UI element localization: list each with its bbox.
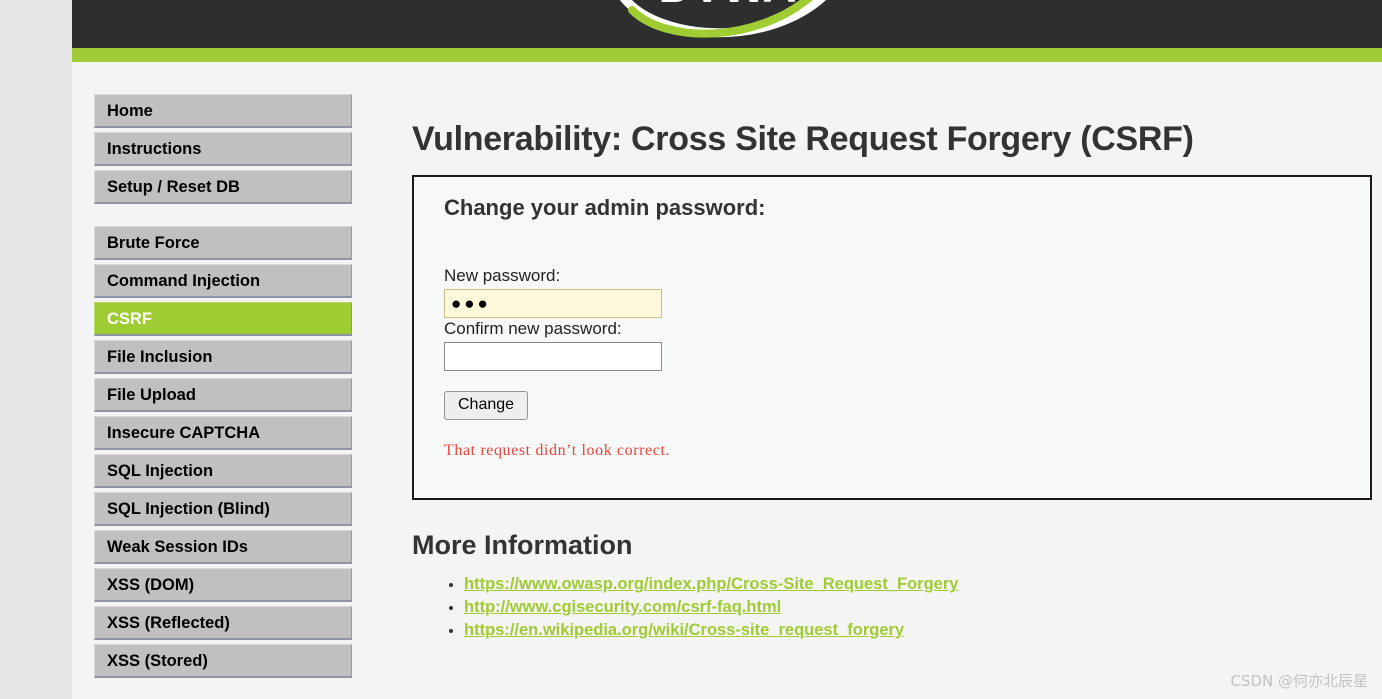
sidebar-item-brute-force[interactable]: Brute Force	[94, 226, 352, 260]
list-item: https://www.owasp.org/index.php/Cross-Si…	[464, 575, 1382, 594]
header-green-bar	[72, 48, 1382, 62]
list-item: http://www.cgisecurity.com/csrf-faq.html	[464, 598, 1382, 617]
sidebar-nav: Home Instructions Setup / Reset DB Brute Fo…	[94, 94, 352, 699]
sidebar-item-sql-injection[interactable]: SQL Injection	[94, 454, 352, 488]
site-header: DVWA	[72, 0, 1382, 48]
sidebar-item-file-inclusion[interactable]: File Inclusion	[94, 340, 352, 374]
sidebar-group-0: Home Instructions Setup / Reset DB	[94, 94, 352, 204]
sidebar-item-weak-session-ids[interactable]: Weak Session IDs	[94, 530, 352, 564]
sidebar-item-instructions[interactable]: Instructions	[94, 132, 352, 166]
new-password-label: New password:	[444, 266, 561, 285]
confirm-password-input[interactable]	[444, 342, 662, 371]
dvwa-swoosh-logo-icon	[620, 0, 826, 38]
sidebar-item-command-injection[interactable]: Command Injection	[94, 264, 352, 298]
more-information-list: https://www.owasp.org/index.php/Cross-Si…	[412, 575, 1382, 640]
list-item: https://en.wikipedia.org/wiki/Cross-site…	[464, 621, 1382, 640]
new-password-input[interactable]	[444, 289, 662, 318]
site-container: DVWA Home Instructions Setup / Reset DB Bru…	[72, 0, 1382, 699]
sidebar-item-xss-stored[interactable]: XSS (Stored)	[94, 644, 352, 678]
sidebar-item-xss-reflected[interactable]: XSS (Reflected)	[94, 606, 352, 640]
error-message: That request didn’t look correct.	[444, 442, 671, 459]
sidebar-item-sql-injection-blind[interactable]: SQL Injection (Blind)	[94, 492, 352, 526]
confirm-password-label: Confirm new password:	[444, 319, 622, 338]
sidebar-item-xss-dom[interactable]: XSS (DOM)	[94, 568, 352, 602]
change-button[interactable]: Change	[444, 391, 529, 420]
main-content: Vulnerability: Cross Site Request Forger…	[412, 62, 1382, 644]
more-information-link-0[interactable]: https://www.owasp.org/index.php/Cross-Si…	[464, 575, 958, 593]
sidebar-group-1: Brute Force Command Injection CSRF File Inc…	[94, 226, 352, 678]
more-information-link-1[interactable]: http://www.cgisecurity.com/csrf-faq.html	[464, 598, 781, 616]
sidebar-item-file-upload[interactable]: File Upload	[94, 378, 352, 412]
page-title: Vulnerability: Cross Site Request Forger…	[412, 120, 1194, 158]
more-information-title: More Information	[412, 530, 633, 560]
sidebar-item-home[interactable]: Home	[94, 94, 352, 128]
page-root: DVWA Home Instructions Setup / Reset DB Bru…	[0, 0, 1382, 699]
body-wrap: Home Instructions Setup / Reset DB Brute Fo…	[72, 62, 1382, 699]
sidebar-item-setup-reset-db[interactable]: Setup / Reset DB	[94, 170, 352, 204]
vuln-panel-title: Change your admin password:	[444, 195, 766, 220]
change-password-form: New password: Confirm new password: Chan…	[444, 265, 1370, 460]
dvwa-logo: DVWA	[612, 0, 842, 48]
sidebar-item-csrf[interactable]: CSRF	[94, 302, 352, 336]
more-information-link-2[interactable]: https://en.wikipedia.org/wiki/Cross-site…	[464, 621, 904, 639]
sidebar-item-insecure-captcha[interactable]: Insecure CAPTCHA	[94, 416, 352, 450]
vulnerability-panel: Change your admin password: New password…	[412, 175, 1372, 500]
